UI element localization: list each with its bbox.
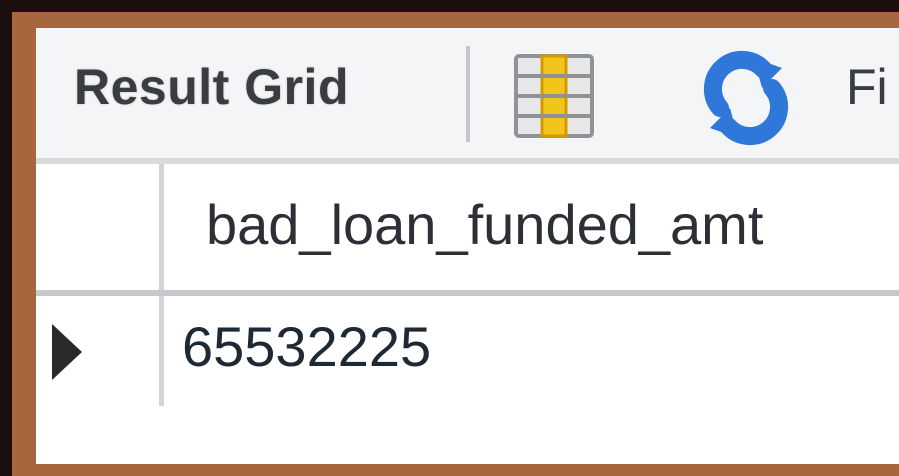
toolbar-truncated-label: Fi	[846, 59, 888, 115]
result-grid-table: bad_loan_funded_amt 65532225	[36, 164, 899, 464]
toolbar-separator	[466, 46, 470, 142]
toolbar-title: Result Grid	[74, 59, 349, 115]
grid-icon[interactable]	[514, 54, 594, 138]
cell-value: 65532225	[182, 315, 432, 378]
result-grid-panel: Result Grid Fi bad_loan_funded_amt 65532…	[36, 28, 899, 464]
result-grid-window: Result Grid Fi bad_loan_funded_amt 65532…	[12, 12, 899, 476]
grid-header-row: bad_loan_funded_amt	[36, 164, 899, 296]
current-row-arrow-icon	[52, 324, 82, 380]
grid-column-header[interactable]: bad_loan_funded_amt	[164, 164, 899, 290]
table-row[interactable]: 65532225	[36, 296, 899, 416]
grid-cell[interactable]: 65532225	[164, 296, 899, 406]
result-grid-toolbar: Result Grid Fi	[36, 28, 899, 164]
row-indicator[interactable]	[36, 296, 164, 406]
grid-corner-cell	[36, 164, 164, 290]
column-header-label: bad_loan_funded_amt	[206, 193, 764, 256]
refresh-icon[interactable]	[696, 50, 796, 146]
